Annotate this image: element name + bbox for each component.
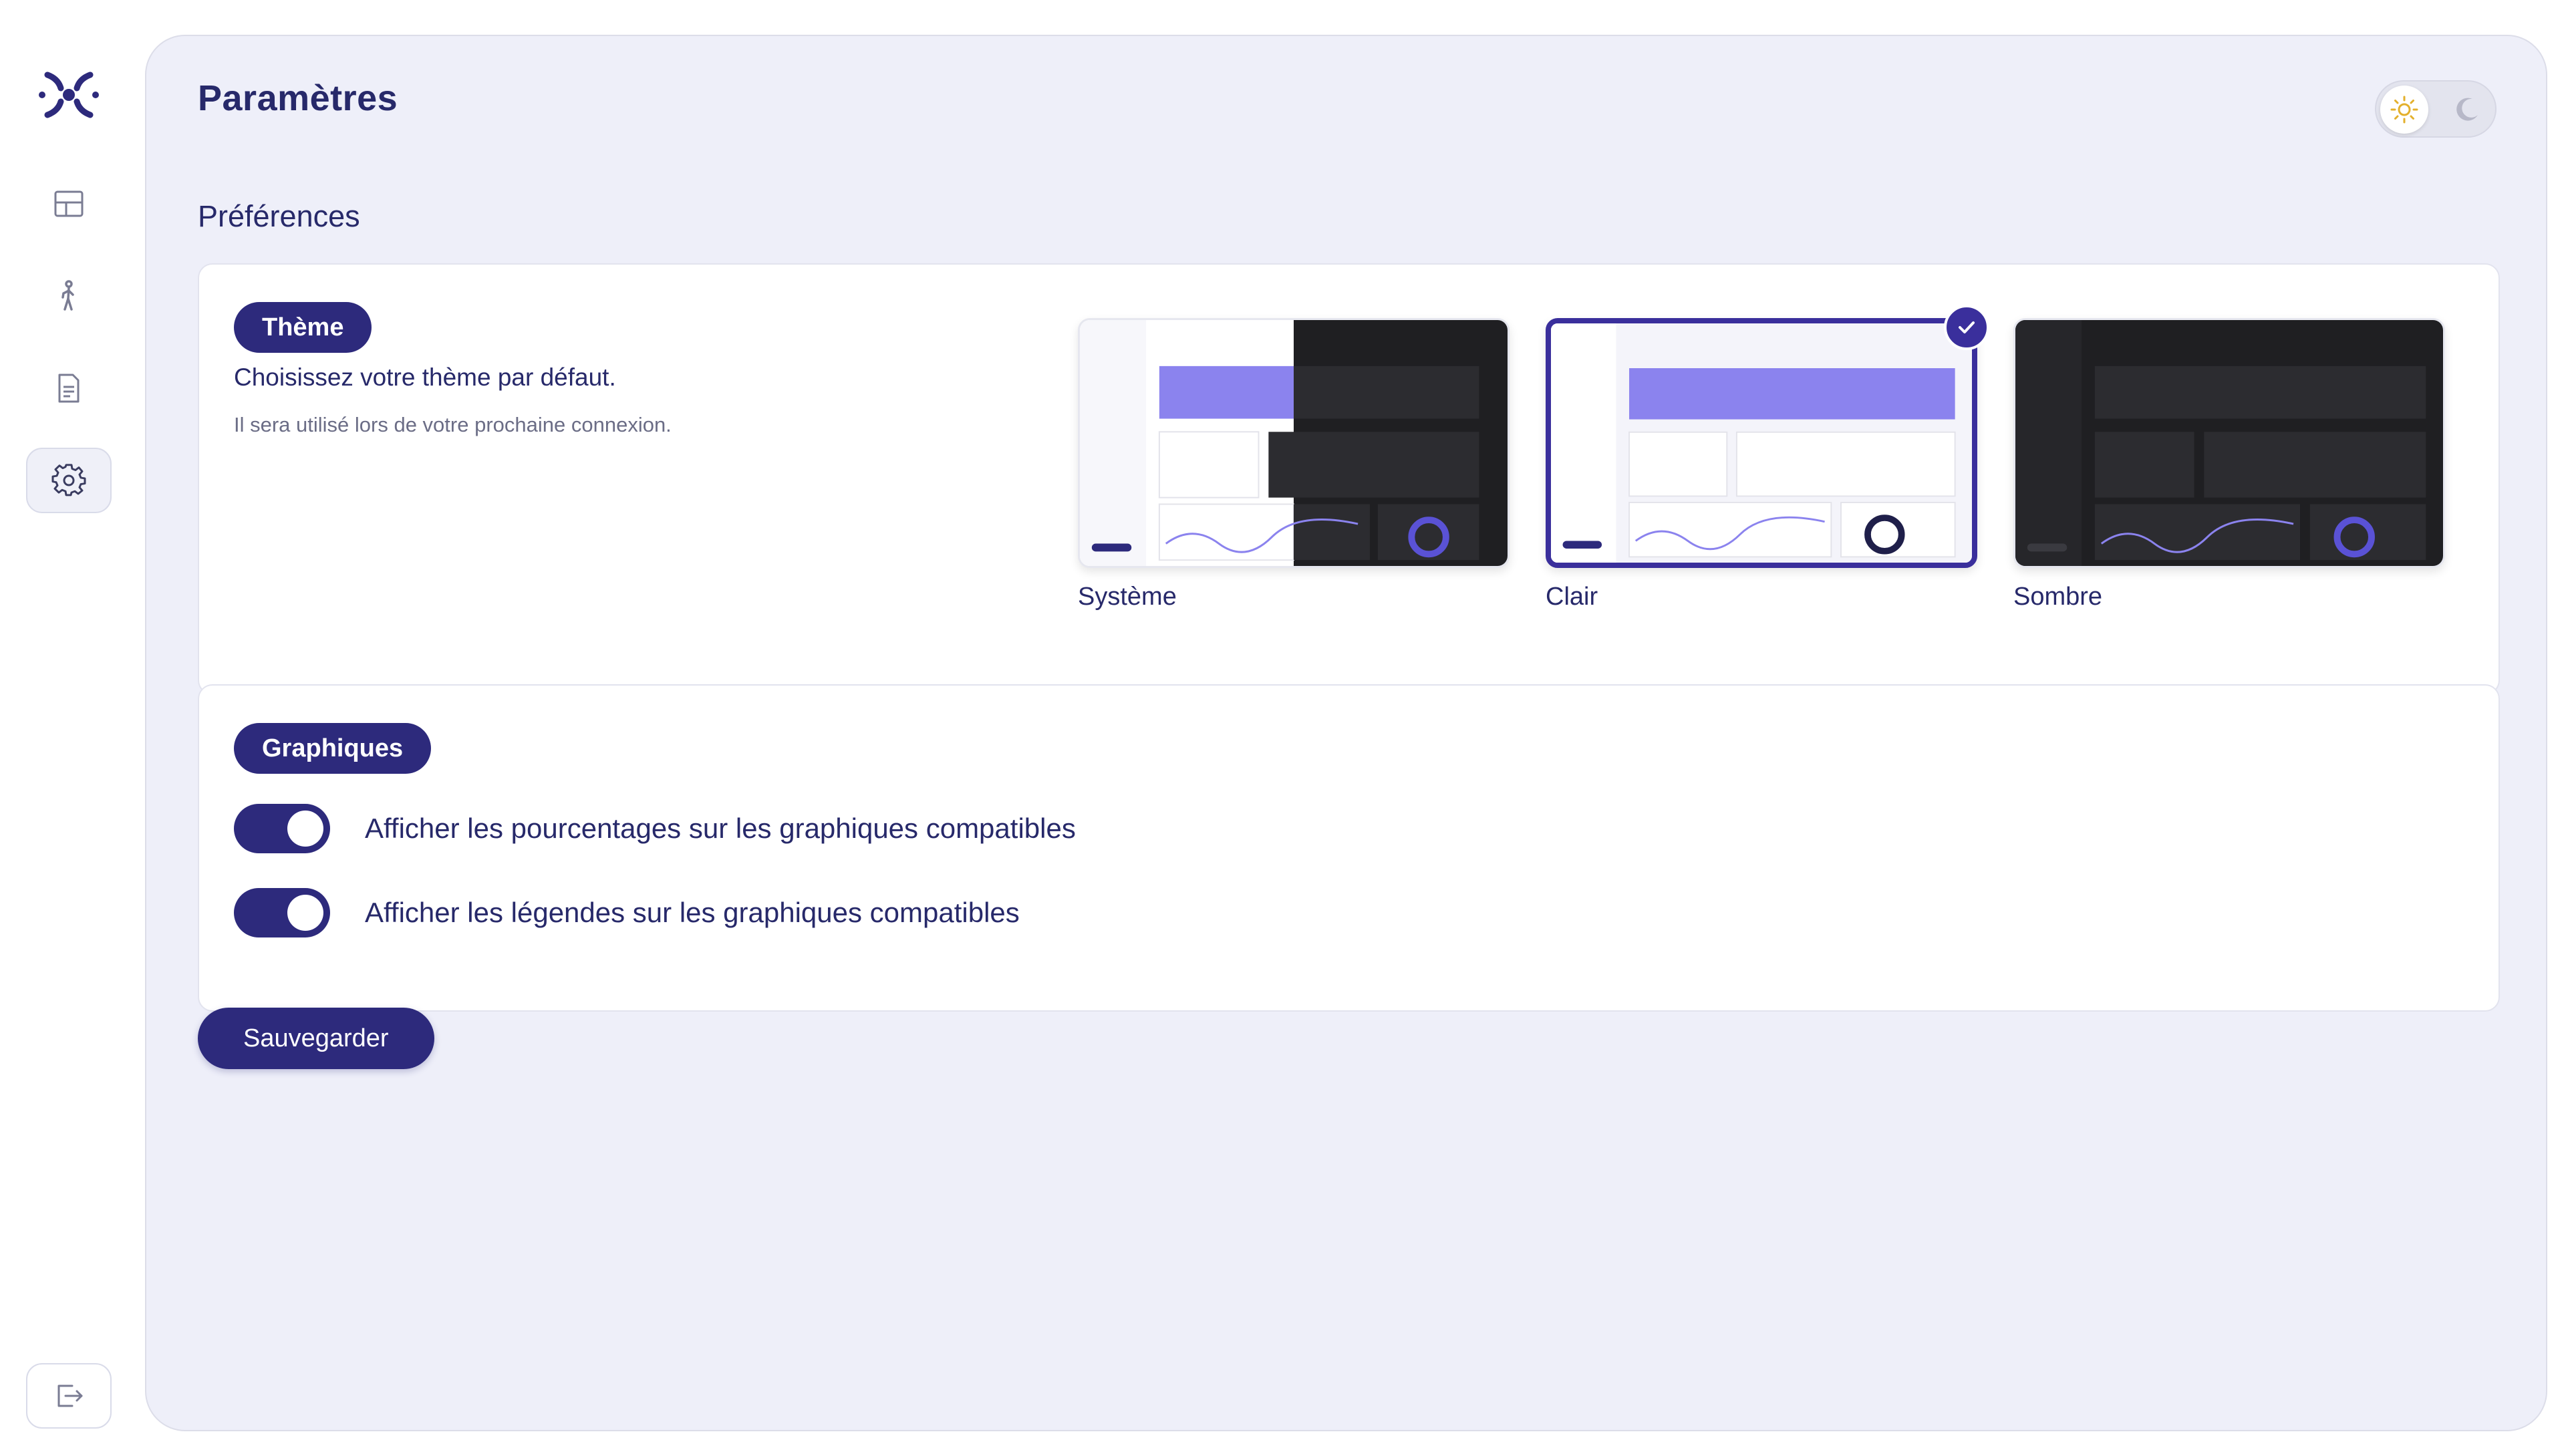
sidebar-item-dashboard[interactable] bbox=[26, 171, 112, 237]
theme-option-system[interactable]: Système bbox=[1078, 318, 1510, 611]
sidebar-item-settings[interactable] bbox=[26, 448, 112, 513]
charts-badge: Graphiques bbox=[234, 723, 432, 774]
logout-icon bbox=[57, 1385, 83, 1407]
charts-card: Graphiques Afficher les pourcentages sur… bbox=[198, 684, 2500, 1012]
section-title-preferences: Préférences bbox=[198, 199, 360, 233]
theme-preview-system[interactable] bbox=[1078, 318, 1510, 568]
layout-icon bbox=[54, 190, 84, 217]
person-walking-icon bbox=[61, 280, 74, 311]
sidebar bbox=[0, 0, 137, 1456]
sidebar-item-participants[interactable] bbox=[26, 263, 112, 329]
page-title: Paramètres bbox=[198, 78, 398, 118]
logo-icon bbox=[38, 64, 100, 126]
percentages-toggle-label: Afficher les pourcentages sur les graphi… bbox=[365, 813, 1076, 844]
theme-label-system: Système bbox=[1078, 583, 1177, 611]
sun-icon bbox=[2390, 96, 2418, 124]
theme-note: Il sera utilisé lors de votre prochaine … bbox=[234, 413, 672, 436]
selected-check-icon bbox=[1944, 305, 1989, 350]
toggle-row-percentages: Afficher les pourcentages sur les graphi… bbox=[234, 803, 1076, 854]
theme-badge: Thème bbox=[234, 302, 372, 353]
color-mode-toggle bbox=[2375, 80, 2497, 138]
theme-card: Thème Choisissez votre thème par défaut.… bbox=[198, 263, 2500, 695]
theme-label-dark: Sombre bbox=[2013, 583, 2103, 611]
dark-mode-button[interactable] bbox=[2443, 86, 2491, 134]
logout-button[interactable] bbox=[26, 1363, 112, 1429]
legends-toggle[interactable] bbox=[234, 888, 330, 937]
theme-option-dark[interactable]: Sombre bbox=[2013, 318, 2445, 611]
theme-preview-light[interactable] bbox=[1546, 318, 1977, 568]
moon-icon bbox=[2456, 98, 2478, 121]
document-icon bbox=[58, 374, 80, 403]
main-panel: Paramètres Préférences Thème Choisissez … bbox=[145, 35, 2547, 1431]
theme-label-light: Clair bbox=[1546, 583, 1598, 611]
percentages-toggle[interactable] bbox=[234, 804, 330, 853]
light-mode-button[interactable] bbox=[2380, 86, 2428, 134]
save-button[interactable]: Sauvegarder bbox=[198, 1008, 434, 1069]
theme-description: Choisissez votre thème par défaut. bbox=[234, 363, 616, 391]
theme-preview-dark[interactable] bbox=[2013, 318, 2445, 568]
gear-icon bbox=[51, 464, 86, 496]
toggle-knob bbox=[287, 895, 323, 931]
theme-option-light[interactable]: Clair bbox=[1546, 305, 1989, 611]
legends-toggle-label: Afficher les légendes sur les graphiques… bbox=[365, 897, 1020, 928]
sidebar-item-documents[interactable] bbox=[26, 355, 112, 421]
toggle-row-legends: Afficher les légendes sur les graphiques… bbox=[234, 887, 1020, 938]
toggle-knob bbox=[287, 811, 323, 847]
